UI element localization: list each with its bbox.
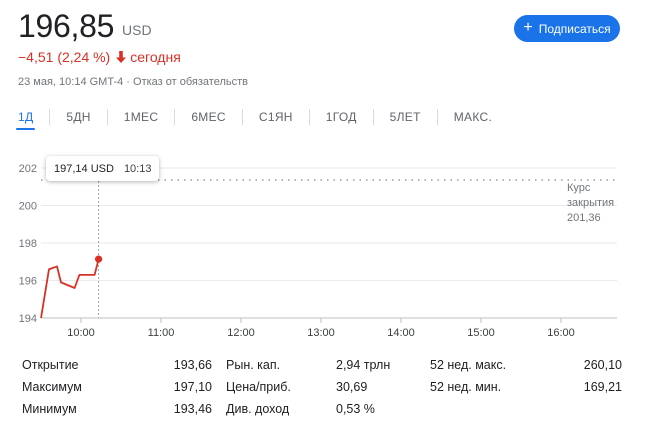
stat-value: 197,10 xyxy=(173,380,212,394)
stat-label: Цена/приб. xyxy=(226,380,291,394)
stat-label: Открытие xyxy=(22,358,79,372)
previous-close-value: 201,36 xyxy=(567,212,601,224)
stat-value: 0,53 % xyxy=(336,402,375,416)
stat-value: 2,94 трлн xyxy=(336,358,391,372)
tab-5y[interactable]: 5ЛЕТ xyxy=(390,104,421,130)
stat-value: 30,69 xyxy=(336,380,368,394)
stats-row: Максимум 197,10 Цена/приб. 30,69 52 нед.… xyxy=(22,380,632,402)
x-tick-label: 12:00 xyxy=(227,327,255,339)
change-period: сегодня xyxy=(130,49,181,65)
price-line xyxy=(40,258,100,319)
tab-divider xyxy=(372,109,374,125)
y-tick-label: 200 xyxy=(19,201,37,213)
tab-6m[interactable]: 6МЕС xyxy=(191,104,226,130)
x-tick-label: 15:00 xyxy=(467,327,495,339)
y-tick-label: 194 xyxy=(19,313,37,325)
currency-label: USD xyxy=(122,22,152,38)
stat-label: Максимум xyxy=(22,380,82,394)
x-tick-label: 11:00 xyxy=(148,327,175,339)
tooltip-time: 10:13 xyxy=(123,162,152,175)
stat-label: Рын. кап. xyxy=(226,358,281,372)
chart-tooltip: 197,14 USD 10:13 xyxy=(46,156,160,181)
follow-button[interactable]: + Подписаться xyxy=(514,15,620,42)
timestamp-disclaimer[interactable]: 23 мая, 10:14 GMT-4 · Отказ от обязатель… xyxy=(18,76,248,88)
previous-close-label: Курс закрытия 201,36 xyxy=(567,181,614,226)
stat-label: Див. доход xyxy=(226,402,290,416)
tab-divider xyxy=(436,109,438,125)
x-tick-label: 16:00 xyxy=(547,327,575,339)
tab-divider xyxy=(174,109,176,125)
arrow-down-icon xyxy=(116,51,127,63)
current-price-dot xyxy=(95,255,103,263)
plus-icon: + xyxy=(523,19,533,36)
tab-1y[interactable]: 1ГОД xyxy=(326,104,357,130)
tab-divider xyxy=(308,109,310,125)
tab-divider xyxy=(49,109,51,125)
price-value: 196,85 xyxy=(18,8,115,44)
stats-row: Открытие 193,66 Рын. кап. 2,94 трлн 52 н… xyxy=(22,358,632,380)
range-tabs: 1Д 5ДН 1МЕС 6МЕС С1ЯН 1ГОД 5ЛЕТ МАКС. xyxy=(15,102,492,132)
y-tick-label: 196 xyxy=(19,276,37,288)
tab-5d[interactable]: 5ДН xyxy=(66,104,90,130)
tooltip-price: 197,14 USD xyxy=(54,162,114,175)
x-tick-label: 14:00 xyxy=(387,327,415,339)
tab-1m[interactable]: 1МЕС xyxy=(124,104,159,130)
tab-1d[interactable]: 1Д xyxy=(15,104,36,130)
change-amount: −4,51 (2,24 %) xyxy=(18,49,111,65)
stat-value: 169,21 xyxy=(583,380,622,394)
stat-label: 52 нед. мин. xyxy=(430,380,502,394)
tab-max[interactable]: МАКС. xyxy=(454,104,492,130)
y-tick-label: 198 xyxy=(19,238,37,250)
stat-value: 193,66 xyxy=(173,358,212,372)
stat-value: 193,46 xyxy=(173,402,212,416)
stats-table: Открытие 193,66 Рын. кап. 2,94 трлн 52 н… xyxy=(22,358,632,424)
tab-ytd[interactable]: С1ЯН xyxy=(259,104,293,130)
follow-button-label: Подписаться xyxy=(538,21,611,36)
stat-value: 260,10 xyxy=(583,358,622,372)
stats-row: Минимум 193,46 Див. доход 0,53 % xyxy=(22,402,632,424)
previous-close-label-line1: Курс xyxy=(567,182,591,194)
price-change: −4,51 (2,24 %) сегодня xyxy=(18,49,181,65)
tab-divider xyxy=(106,109,108,125)
tab-divider xyxy=(241,109,243,125)
stat-label: Минимум xyxy=(22,402,77,416)
previous-close-label-line2: закрытия xyxy=(567,197,615,209)
x-tick-label: 10:00 xyxy=(67,327,95,339)
y-tick-label: 202 xyxy=(19,163,37,175)
stat-label: 52 нед. макс. xyxy=(430,358,507,372)
x-tick-label: 13:00 xyxy=(307,327,335,339)
